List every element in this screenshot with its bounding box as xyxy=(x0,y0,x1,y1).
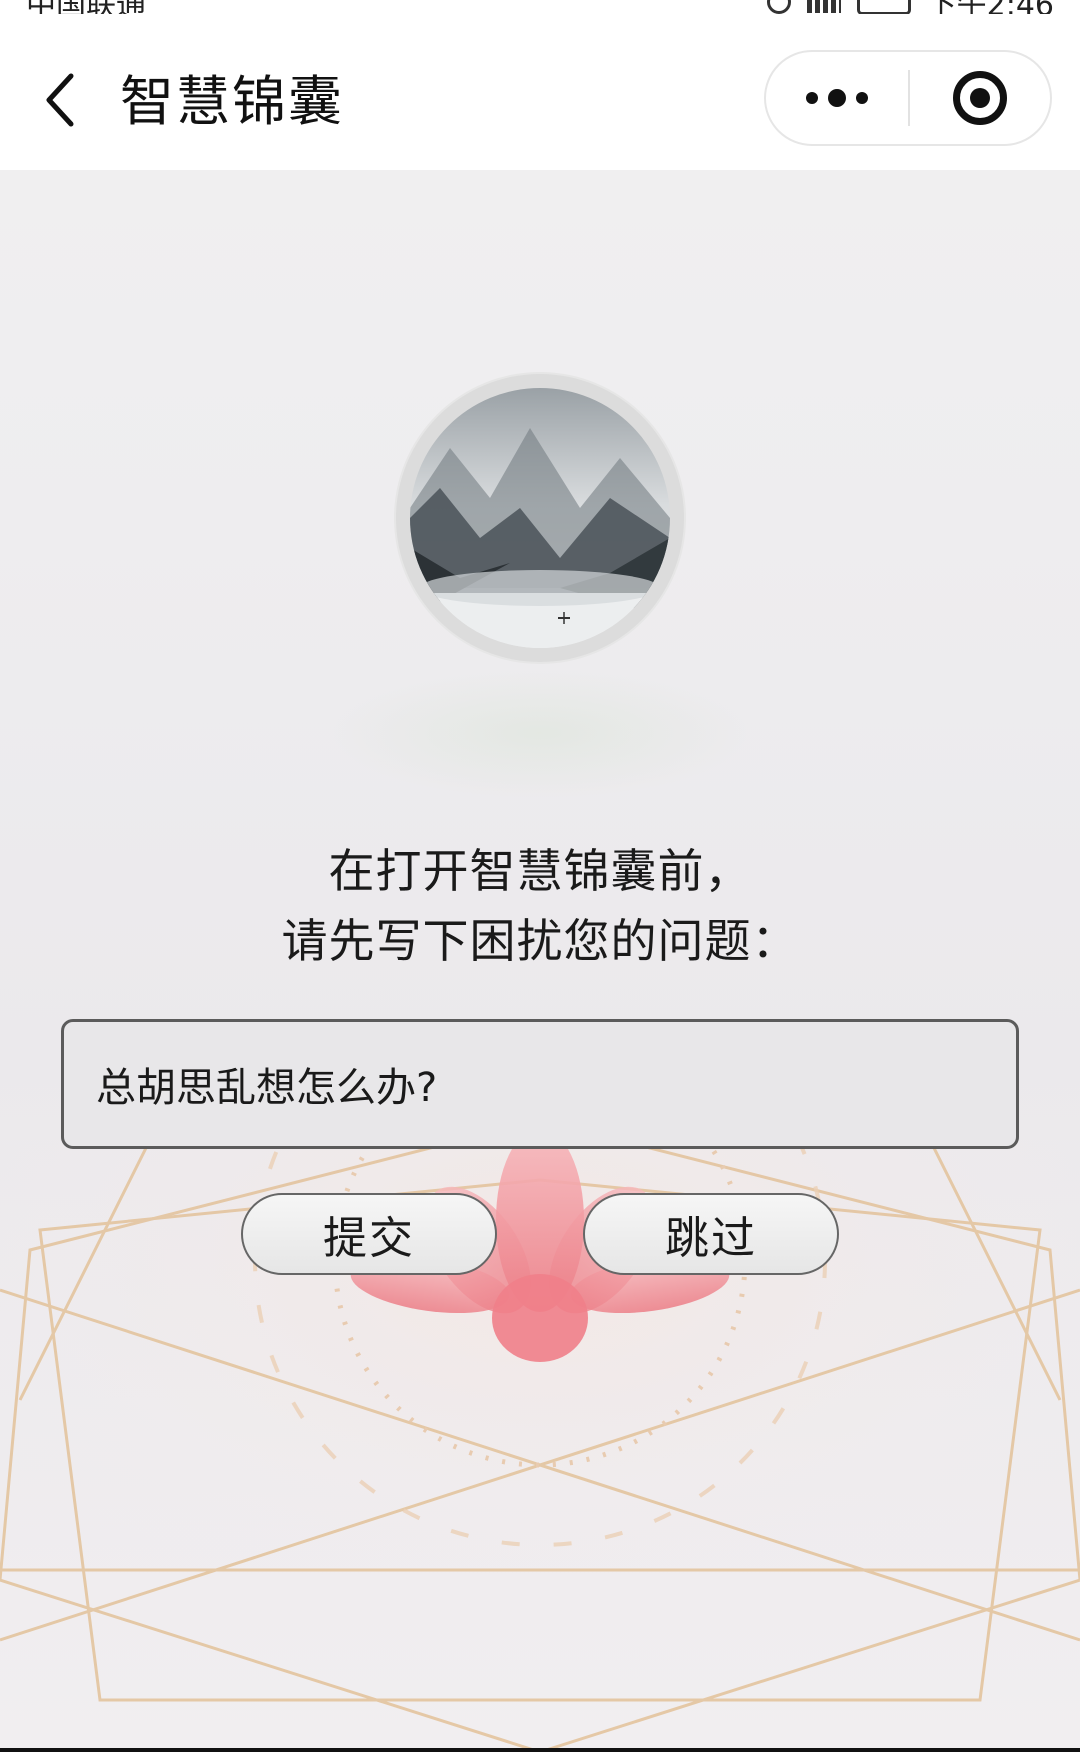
battery-icon xyxy=(856,0,911,14)
prompt-line-2: 请先写下困扰您的问题： xyxy=(281,914,799,968)
decorative-background xyxy=(0,1140,1080,1752)
prompt-line-1: 在打开智慧锦囊前， xyxy=(328,844,752,898)
mini-program-capsule xyxy=(764,50,1052,146)
nav-bar: 智慧锦囊 xyxy=(0,14,1080,170)
more-dots-icon xyxy=(806,92,818,104)
prompt-text: 在打开智慧锦囊前， 请先写下困扰您的问题： xyxy=(0,836,1080,976)
ink-mountain-landscape-image xyxy=(410,388,670,648)
status-right-group: 下午2:46 xyxy=(766,0,1054,14)
alarm-icon xyxy=(766,0,791,14)
chevron-left-icon xyxy=(46,73,74,127)
faint-watermark xyxy=(330,668,750,798)
geometric-lotus-pattern xyxy=(0,1140,1080,1752)
back-button[interactable] xyxy=(38,70,82,130)
status-bar: 中国联通 下午2:46 xyxy=(0,0,1080,14)
skip-button[interactable]: 跳过 xyxy=(583,1193,839,1275)
status-time: 下午2:46 xyxy=(927,0,1054,14)
bottom-edge xyxy=(0,1748,1080,1752)
more-dots-icon-right xyxy=(856,92,868,104)
target-close-icon-core xyxy=(969,88,990,108)
submit-button[interactable]: 提交 xyxy=(241,1193,497,1275)
question-input[interactable]: 总胡思乱想怎么办? xyxy=(61,1019,1019,1149)
target-close-icon xyxy=(952,71,1007,125)
carrier-label: 中国联通 xyxy=(26,0,146,14)
avatar xyxy=(396,374,684,662)
signal-icon xyxy=(806,0,841,13)
close-button[interactable] xyxy=(910,52,1050,144)
more-button[interactable] xyxy=(766,52,908,144)
more-dots-icon-center xyxy=(828,89,846,107)
question-input-value: 总胡思乱想怎么办? xyxy=(96,1065,438,1111)
page-title: 智慧锦囊 xyxy=(120,70,344,133)
